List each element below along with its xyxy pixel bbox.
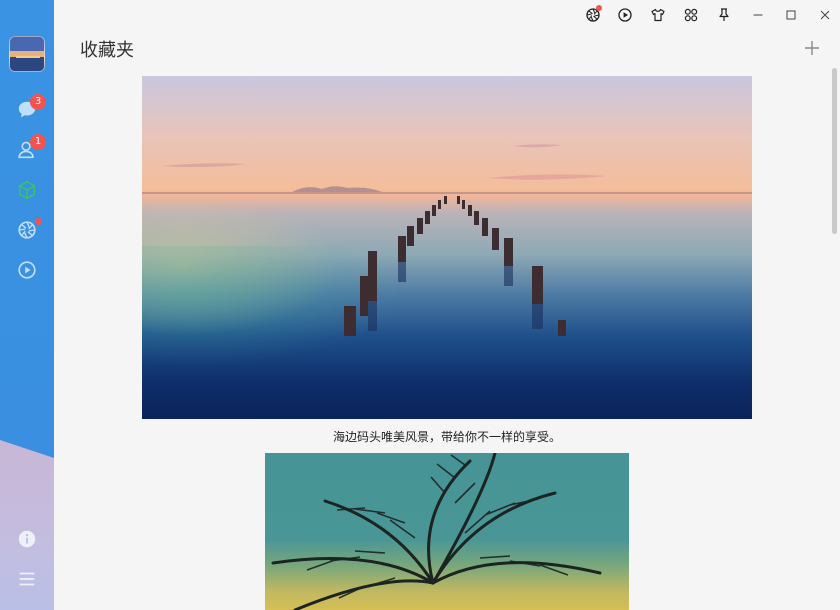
favorites-list: 海边码头唯美风景，带给你不一样的享受。 [54, 66, 840, 610]
menu-button[interactable] [0, 559, 54, 599]
titlebar-video-button[interactable] [613, 4, 637, 26]
play-circle-icon [618, 8, 632, 22]
avatar-image [10, 37, 44, 71]
sidebar-item-video[interactable] [0, 250, 54, 290]
play-circle-icon [18, 261, 36, 279]
titlebar-apps-button[interactable] [679, 4, 703, 26]
titlebar-skin-button[interactable] [646, 4, 670, 26]
apps-grid-icon [684, 8, 698, 22]
sidebar: 3 1 [0, 0, 54, 610]
chat-badge: 3 [30, 94, 46, 110]
minimize-icon [753, 14, 763, 16]
user-avatar[interactable] [9, 36, 45, 72]
palm-tree-image[interactable] [265, 453, 629, 610]
minimize-button[interactable] [746, 4, 770, 26]
maximize-button[interactable] [779, 4, 803, 26]
menu-icon [19, 572, 35, 586]
title-bar [54, 0, 840, 30]
info-button[interactable] [0, 519, 54, 559]
pier-sunset-image[interactable] [142, 76, 752, 419]
add-favorite-button[interactable] [800, 36, 824, 60]
info-icon [18, 530, 36, 548]
titlebar-notification-dot [596, 5, 602, 11]
aperture-notification-dot [35, 218, 42, 225]
sidebar-item-aperture[interactable] [0, 210, 54, 250]
sidebar-item-chat[interactable]: 3 [0, 90, 54, 130]
tshirt-icon [651, 8, 665, 22]
sidebar-item-cube[interactable] [0, 170, 54, 210]
pin-icon [719, 8, 729, 21]
pier-posts-illustration [162, 144, 607, 336]
vertical-scrollbar[interactable] [832, 68, 837, 234]
close-button[interactable] [813, 4, 837, 26]
titlebar-aperture-button[interactable] [581, 4, 605, 26]
sidebar-item-contacts[interactable]: 1 [0, 130, 54, 170]
maximize-icon [786, 10, 796, 20]
palm-fronds-illustration [271, 453, 602, 610]
cube-icon [18, 180, 36, 200]
plus-icon [805, 41, 819, 55]
page-title: 收藏夹 [80, 40, 134, 61]
contacts-badge: 1 [30, 134, 46, 150]
image-caption: 海边码头唯美风景，带给你不一样的享受。 [332, 430, 561, 444]
titlebar-pin-button[interactable] [712, 4, 736, 26]
close-icon [820, 10, 830, 20]
